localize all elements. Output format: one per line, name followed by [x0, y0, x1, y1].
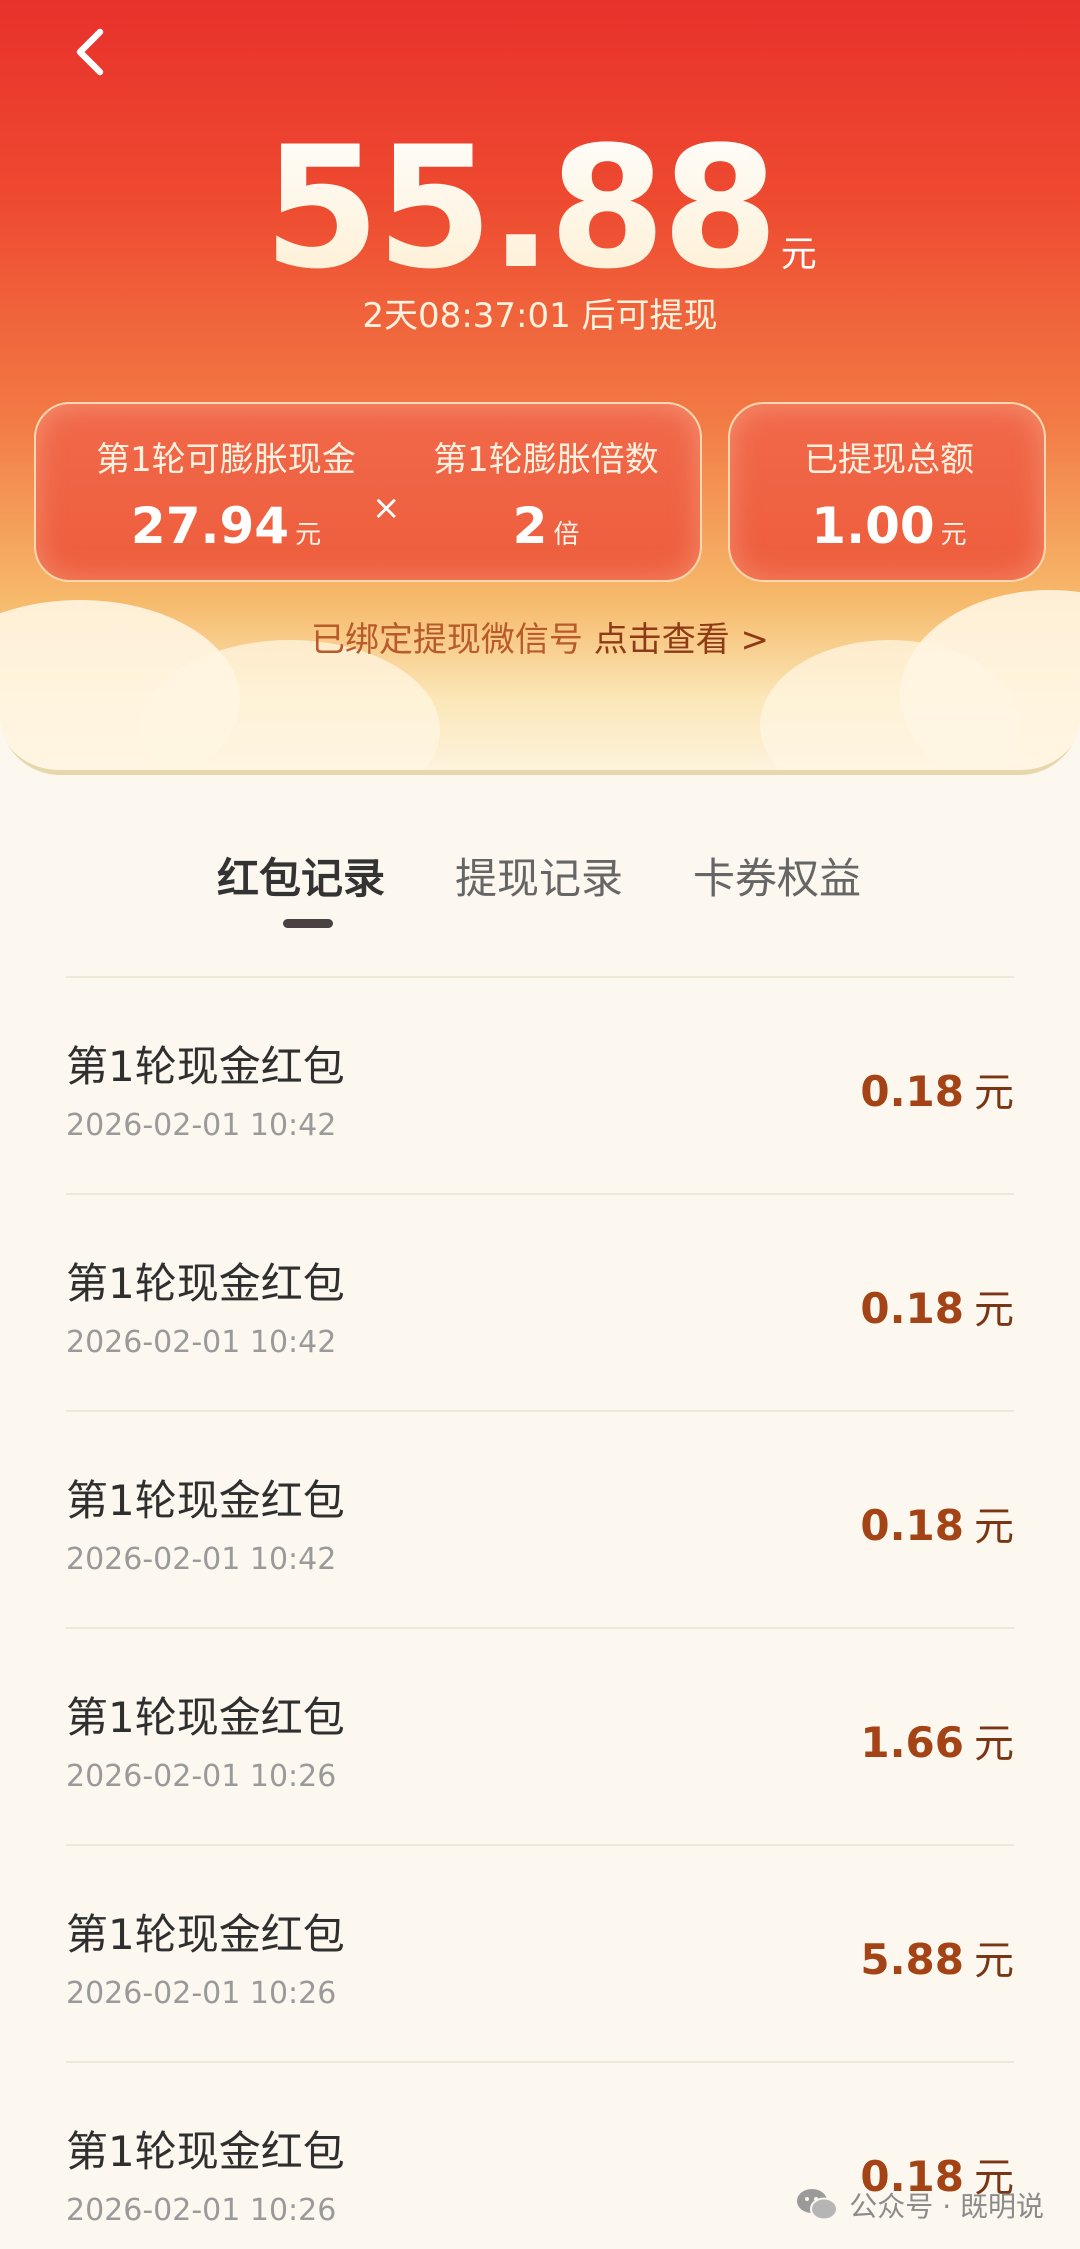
watermark-text: 公众号 · 既明说: [849, 2190, 1044, 2223]
record-amount: 0.18 元: [860, 1067, 1014, 1116]
multiplier-label: 第1轮膨胀倍数: [433, 440, 659, 480]
withdrawn-total-card[interactable]: 已提现总额 1.00 元: [728, 402, 1046, 582]
balance-amount: 55.88: [263, 110, 778, 306]
record-amount: 0.18 元: [860, 1284, 1014, 1333]
record-tabs: 红包记录 提现记录 卡券权益: [0, 845, 1080, 935]
record-time: 2026-02-01 10:42: [66, 1108, 337, 1143]
multiplier-stat: 第1轮膨胀倍数 2倍: [406, 432, 686, 555]
record-time: 2026-02-01 10:26: [66, 2193, 337, 2228]
list-item[interactable]: 第1轮现金红包 2026-02-01 10:26 1.66 元: [66, 1627, 1014, 1844]
record-title: 第1轮现金红包: [66, 1910, 345, 1959]
balance-display: 55.88 元: [0, 110, 1080, 306]
record-amount: 5.88 元: [860, 1935, 1014, 1984]
withdrawn-stat: 已提现总额 1.00 元: [730, 432, 1048, 555]
red-packet-list: 第1轮现金红包 2026-02-01 10:42 0.18 元 第1轮现金红包 2…: [66, 976, 1014, 2249]
list-item[interactable]: 第1轮现金红包 2026-02-01 10:42 0.18 元: [66, 976, 1014, 1193]
view-link[interactable]: 点击查看 >: [594, 620, 769, 660]
withdrawn-label: 已提现总额: [804, 440, 974, 480]
record-amount: 1.66 元: [860, 1718, 1014, 1767]
withdraw-countdown: 2天08:37:01 后可提现: [362, 296, 718, 336]
withdrawn-value: 1.00 元: [811, 497, 967, 555]
record-time: 2026-02-01 10:42: [66, 1542, 337, 1577]
record-title: 第1轮现金红包: [66, 1693, 345, 1742]
list-item[interactable]: 第1轮现金红包 2026-02-01 10:42 0.18 元: [66, 1193, 1014, 1410]
wechat-icon: [797, 2189, 839, 2221]
multiplier-value: 2倍: [512, 497, 580, 555]
record-title: 第1轮现金红包: [66, 1042, 345, 1091]
list-item[interactable]: 第1轮现金红包 2026-02-01 10:26 5.88 元: [66, 1844, 1014, 2061]
active-tab-indicator: [283, 919, 333, 928]
back-button[interactable]: [60, 22, 120, 82]
list-item[interactable]: 第1轮现金红包 2026-02-01 10:42 0.18 元: [66, 1410, 1014, 1627]
tab-coupon-benefits[interactable]: 卡券权益: [693, 845, 861, 906]
tab-withdraw-records[interactable]: 提现记录: [455, 845, 623, 906]
bound-wechat-text: 已绑定提现微信号: [310, 620, 583, 660]
record-time: 2026-02-01 10:26: [66, 1759, 337, 1794]
record-time: 2026-02-01 10:42: [66, 1325, 337, 1360]
header-rim: [0, 720, 1080, 775]
record-amount: 0.18 元: [860, 1501, 1014, 1550]
record-time: 2026-02-01 10:26: [66, 1976, 337, 2011]
record-title: 第1轮现金红包: [66, 1476, 345, 1525]
watermark: 公众号 · 既明说: [795, 2185, 1044, 2225]
expand-cash-stat: 第1轮可膨胀现金 27.94 元: [76, 432, 376, 555]
tab-red-packet-records[interactable]: 红包记录: [217, 845, 385, 906]
chevron-left-icon: [76, 28, 104, 76]
times-icon: ×: [372, 488, 401, 528]
record-title: 第1轮现金红包: [66, 1259, 345, 1308]
expand-cash-label: 第1轮可膨胀现金: [96, 440, 356, 480]
bound-wechat-link[interactable]: 已绑定提现微信号 点击查看 >: [0, 612, 1080, 661]
record-title: 第1轮现金红包: [66, 2127, 345, 2176]
expand-stats-card: 第1轮可膨胀现金 27.94 元 × 第1轮膨胀倍数 2倍: [34, 402, 702, 582]
balance-unit: 元: [780, 234, 817, 275]
expand-cash-value: 27.94 元: [130, 497, 322, 555]
